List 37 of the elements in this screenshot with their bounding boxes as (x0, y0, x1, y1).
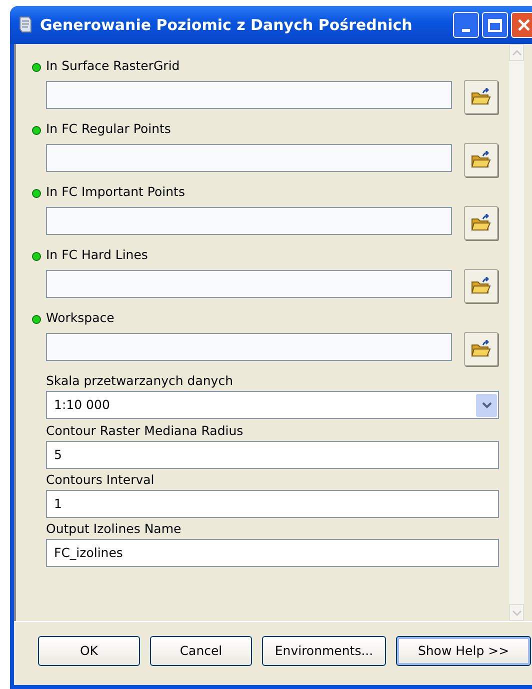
browse-button[interactable] (464, 143, 498, 177)
input-field[interactable] (46, 144, 452, 172)
parameter-label: Output Izolines Name (46, 520, 182, 538)
dialog-button[interactable]: Environments... (262, 636, 386, 666)
close-icon (517, 18, 531, 32)
browse-button[interactable] (464, 269, 498, 303)
parameter-label: Skala przetwarzanych danych (46, 372, 233, 390)
dialog-button[interactable]: Cancel (150, 636, 252, 666)
parameter-label: Contour Raster Mediana Radius (46, 422, 244, 440)
folder-icon (471, 214, 491, 232)
maximize-button[interactable] (482, 12, 508, 38)
input-field[interactable] (46, 207, 452, 235)
parameter-label: In FC Hard Lines (46, 246, 148, 264)
parameter-label: In Surface RasterGrid (46, 56, 180, 75)
input-field[interactable]: FC_izolines (46, 539, 499, 567)
browse-button[interactable] (464, 332, 498, 366)
input-field[interactable] (46, 270, 452, 298)
browse-button[interactable] (464, 206, 498, 240)
folder-icon (471, 88, 491, 106)
dialog-button[interactable]: OK (38, 636, 140, 666)
browse-button[interactable] (464, 80, 498, 114)
window-title: Generowanie Poziomic z Danych Pośrednich (40, 14, 412, 36)
input-field[interactable] (46, 81, 452, 109)
dialog-button[interactable]: Show Help >> (396, 636, 531, 666)
minimize-button[interactable] (453, 12, 479, 38)
input-field[interactable] (46, 333, 452, 361)
folder-icon (471, 277, 491, 295)
parameter-label: Contours Interval (46, 470, 154, 489)
parameter-label: Workspace (46, 308, 114, 327)
parameter-label: In FC Important Points (46, 182, 185, 201)
folder-icon (471, 340, 491, 358)
parameter-label: In FC Regular Points (46, 120, 171, 138)
input-field[interactable]: 5 (46, 441, 499, 469)
input-field[interactable]: 1 (46, 490, 499, 518)
folder-icon (471, 151, 491, 169)
scale-dropdown[interactable]: 1:10 000 (46, 391, 499, 419)
close-button[interactable] (511, 12, 532, 38)
